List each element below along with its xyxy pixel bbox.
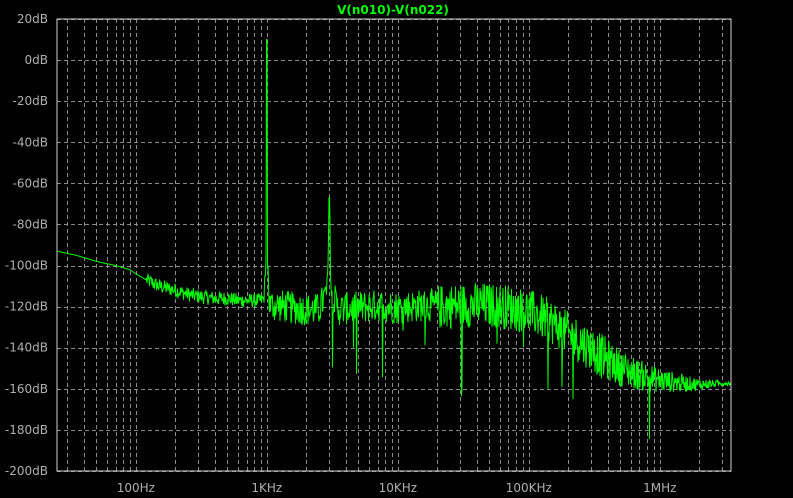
- y-tick-label: -80dB: [13, 217, 48, 231]
- y-tick-label: -180dB: [5, 423, 48, 437]
- spectrum-chart: 20dB 0dB -20dB -40dB -60dB -80dB -100dB -120dB -…: [0, 0, 793, 498]
- y-tick-label: 20dB: [17, 12, 48, 26]
- y-tick-label: -200dB: [5, 464, 48, 478]
- chart-background: [0, 0, 793, 498]
- y-tick-label: -120dB: [5, 300, 48, 314]
- x-tick-label: 10KHz: [379, 481, 417, 495]
- y-tick-label: -60dB: [13, 176, 48, 190]
- x-tick-label: 1MHz: [643, 481, 676, 495]
- chart-title: V(n010)-V(n022): [337, 3, 449, 17]
- y-tick-label: -160dB: [5, 382, 48, 396]
- y-tick-label: -20dB: [13, 94, 48, 108]
- x-tick-label: 1KHz: [251, 481, 282, 495]
- x-tick-label: 100Hz: [117, 481, 155, 495]
- x-tick-label: 100KHz: [506, 481, 552, 495]
- y-tick-label: -40dB: [13, 135, 48, 149]
- y-tick-label: -100dB: [5, 259, 48, 273]
- y-tick-label: 0dB: [25, 53, 48, 67]
- y-tick-label: -140dB: [5, 341, 48, 355]
